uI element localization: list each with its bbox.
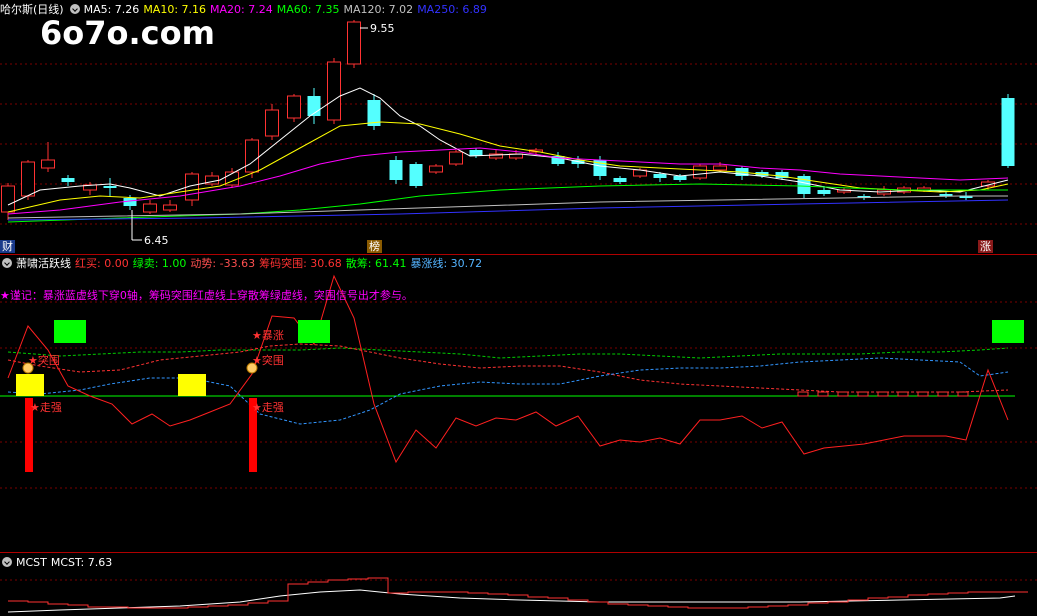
- ma10-value: MA10: 7.16: [143, 3, 207, 16]
- indicator-header: 萧啸活跃线 红买: 0.00 绿卖: 1.00 动势: -33.63 筹码突围: 30.…: [0, 257, 486, 271]
- histogram-bar: [937, 391, 949, 397]
- indicator-panel: [0, 274, 1024, 472]
- sanchou-dashed-line: [7, 347, 1009, 359]
- candle-body: [1001, 98, 1015, 166]
- candle-body: [449, 151, 463, 165]
- dongshi-value: 动势: -33.63: [190, 257, 256, 270]
- sell-signal-block: [992, 320, 1024, 343]
- mcst-header: MCST MCST: 7.63: [0, 556, 116, 570]
- signal-baozhang: ★暴涨: [252, 329, 284, 342]
- mcst-title[interactable]: MCST: [16, 556, 47, 569]
- buy-signal-block: [178, 374, 206, 396]
- candle-body: [817, 190, 831, 194]
- sanchou-value: 散筹: 61.41: [345, 257, 407, 270]
- marker-cai[interactable]: 财: [0, 240, 15, 253]
- choumatuwei-value: 筹码突围: 30.68: [259, 257, 342, 270]
- histogram-bar: [817, 391, 829, 397]
- candle-body: [21, 161, 35, 197]
- candle-body: [41, 159, 55, 169]
- indicator-title[interactable]: 萧啸活跃线: [16, 257, 71, 270]
- candle-body: [693, 165, 707, 179]
- signal-zougiang-1: ★走强: [30, 401, 62, 414]
- main-header: 哈尔斯(日线) MA5: 7.26 MA10: 7.16 MA20: 7.24 MA60…: [0, 3, 491, 17]
- lvmai-value: 绿卖: 1.00: [132, 257, 187, 270]
- sell-signal-block: [298, 320, 330, 343]
- settings-toggle-icon[interactable]: [69, 4, 80, 14]
- strategy-note: ★谨记：暴涨蓝虚线下穿0轴，筹码突围红虚线上穿散筹绿虚线，突围信号出才参与。: [0, 289, 413, 302]
- signal-zougiang-2: ★走强: [252, 401, 284, 414]
- ma60-value: MA60: 7.35: [276, 3, 340, 16]
- mcst-value: MCST: 7.63: [50, 556, 113, 569]
- histogram-bar: [877, 391, 889, 397]
- histogram-bar: [897, 391, 909, 397]
- candle-body: [613, 178, 627, 182]
- sell-signal-block: [54, 320, 86, 343]
- signal-tuwei-1: ★突围: [28, 354, 60, 367]
- candle-body: [103, 186, 117, 188]
- histogram-bar: [957, 391, 969, 397]
- candle-body: [429, 165, 443, 173]
- candle-body: [713, 165, 727, 171]
- buy-signal-block: [16, 374, 44, 396]
- high-price-label: 9.55: [370, 22, 395, 35]
- hongmai-value: 红买: 0.00: [75, 257, 129, 270]
- settings-toggle-icon[interactable]: [2, 258, 12, 268]
- histogram-bar: [797, 391, 809, 397]
- candle-body: [245, 139, 259, 173]
- candle-body: [409, 164, 423, 186]
- ma5-value: MA5: 7.26: [83, 3, 140, 16]
- low-price-label: 6.45: [144, 234, 169, 247]
- mcst-price-steps: [8, 577, 1028, 609]
- histogram-bar: [917, 391, 929, 397]
- ma120-value: MA120: 7.02: [343, 3, 414, 16]
- baozhangxian-value: 暴涨线: 30.72: [410, 257, 483, 270]
- candle-body: [389, 160, 403, 180]
- histogram-bar: [837, 391, 849, 397]
- candle-body: [653, 174, 667, 178]
- ma250-value: MA250: 6.89: [417, 3, 487, 16]
- stock-title[interactable]: 哈尔斯(日线): [0, 3, 64, 16]
- ma120-line: [7, 195, 1008, 219]
- mcst-panel: [7, 577, 1028, 613]
- candle-body: [1, 185, 15, 213]
- chart-canvas: 9.55 6.45: [0, 20, 1037, 613]
- settings-toggle-icon[interactable]: [2, 557, 12, 567]
- candle-body: [287, 95, 301, 119]
- ma20-value: MA20: 7.24: [210, 3, 273, 16]
- moving-average-lines: [7, 87, 1009, 223]
- baozhangxian-dashed-line: [7, 357, 1009, 425]
- candle-body: [673, 176, 687, 180]
- candle-body: [347, 21, 361, 65]
- watermark-logo: 6o7o.com: [40, 14, 215, 52]
- activity-line: [7, 274, 1009, 464]
- ma20-line: [7, 147, 1009, 215]
- choumatuwei-dashed-line: [7, 343, 1009, 393]
- candle-body: [327, 61, 341, 121]
- candle-body: [143, 203, 157, 213]
- marker-bang[interactable]: 榜: [367, 240, 382, 253]
- signal-tuwei-2: ★突围: [252, 354, 284, 367]
- candle-body: [265, 109, 279, 137]
- candle-body: [163, 204, 177, 211]
- mcst-line: [7, 589, 1016, 613]
- candle-body: [61, 178, 75, 182]
- histogram-bar: [857, 391, 869, 397]
- marker-zhang[interactable]: 涨: [978, 240, 993, 253]
- candle-body: [123, 198, 137, 206]
